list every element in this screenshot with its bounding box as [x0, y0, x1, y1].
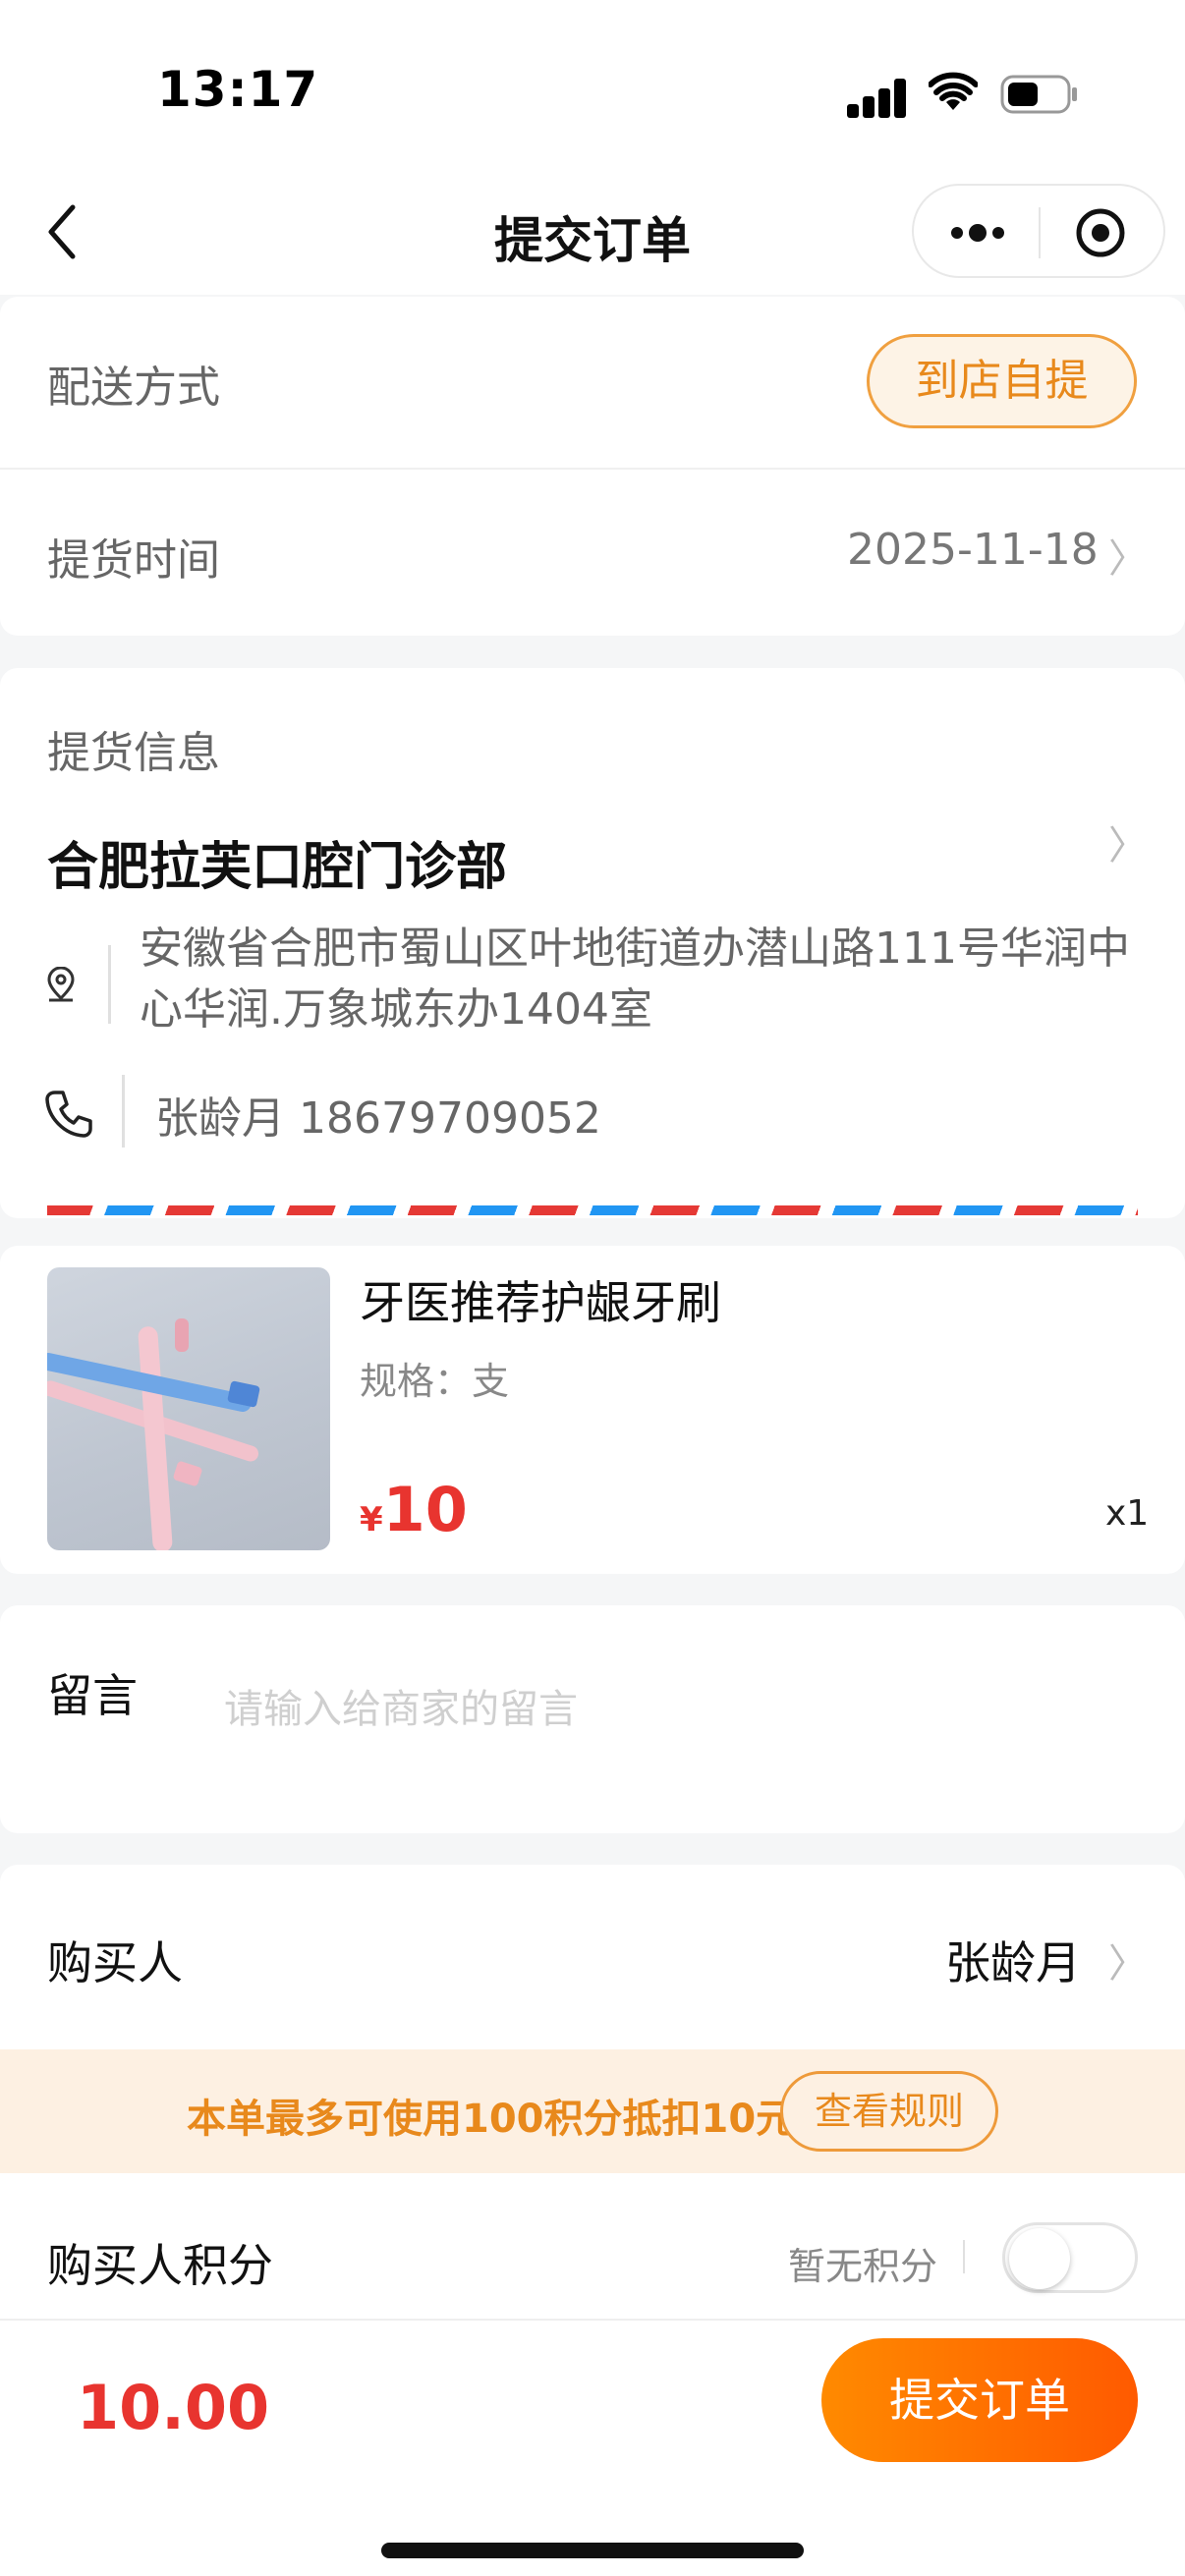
product-name: 牙医推荐护龈牙刷 — [360, 1276, 721, 1329]
capsule-divider — [1039, 207, 1041, 258]
buyer-label: 购买人 — [47, 1936, 183, 1989]
pickup-info-label: 提货信息 — [47, 728, 220, 778]
store-name: 合肥拉芙口腔门诊部 — [47, 838, 508, 897]
location-icon — [47, 967, 75, 1002]
airmail-stripe — [47, 1205, 1138, 1215]
currency-symbol: ¥ — [360, 1500, 383, 1540]
submit-order-button[interactable]: 提交订单 — [821, 2338, 1138, 2462]
points-banner: 本单最多可使用100积分抵扣10元 查看规则 — [0, 2049, 1185, 2173]
toggle-knob — [1009, 2228, 1070, 2289]
delivery-label: 配送方式 — [47, 363, 220, 413]
status-time: 13:17 — [157, 61, 319, 118]
points-toggle[interactable] — [1002, 2222, 1138, 2293]
target-icon[interactable] — [1071, 205, 1130, 260]
chevron-right-icon: 〉 — [1108, 536, 1148, 582]
capsule-menu — [912, 184, 1165, 278]
toothbrush-image — [47, 1318, 260, 1550]
order-total: 10.00 — [77, 2372, 270, 2443]
buyer-points-label: 购买人积分 — [47, 2239, 273, 2292]
price-value: 10 — [382, 1474, 468, 1545]
product-image — [47, 1267, 330, 1550]
divider — [0, 468, 1185, 470]
nav-bar: 提交订单 — [0, 172, 1185, 295]
wifi-icon — [929, 72, 978, 110]
message-input[interactable] — [224, 1680, 1128, 1739]
footer-bar: 10.00 提交订单 — [0, 2319, 1185, 2576]
product-price: ¥10 — [360, 1474, 468, 1545]
divider — [108, 945, 111, 1024]
chevron-right-icon: 〉 — [1108, 1941, 1148, 1987]
view-rules-button[interactable]: 查看规则 — [780, 2071, 998, 2152]
home-indicator — [381, 2543, 804, 2558]
phone-icon[interactable] — [43, 1089, 94, 1140]
contact-info: 张龄月 18679709052 — [155, 1093, 601, 1144]
product-quantity: x1 — [1105, 1493, 1150, 1534]
status-bar: 13:17 — [0, 0, 1185, 172]
divider — [122, 1075, 125, 1148]
buyer-value: 张龄月 — [945, 1936, 1081, 1989]
back-icon[interactable] — [39, 201, 88, 262]
pickup-time-label: 提货时间 — [47, 535, 220, 586]
buyer-points-status: 暂无积分 — [788, 2245, 938, 2288]
store-address: 安徽省合肥市蜀山区叶地街道办潜山路111号华润中心华润.万象城东办1404室 — [140, 924, 1130, 1035]
divider — [963, 2240, 965, 2273]
pickup-time-value[interactable]: 2025-11-18 — [847, 525, 1099, 575]
points-banner-text: 本单最多可使用100积分抵扣10元 — [187, 2097, 796, 2142]
signal-icon — [847, 75, 906, 118]
product-spec: 规格：支 — [360, 1360, 510, 1403]
chevron-right-icon[interactable]: 〉 — [1108, 813, 1148, 870]
battery-icon — [1000, 75, 1077, 114]
more-icon[interactable] — [943, 205, 1012, 260]
pickup-option-button[interactable]: 到店自提 — [867, 334, 1137, 428]
message-label: 留言 — [47, 1669, 138, 1722]
